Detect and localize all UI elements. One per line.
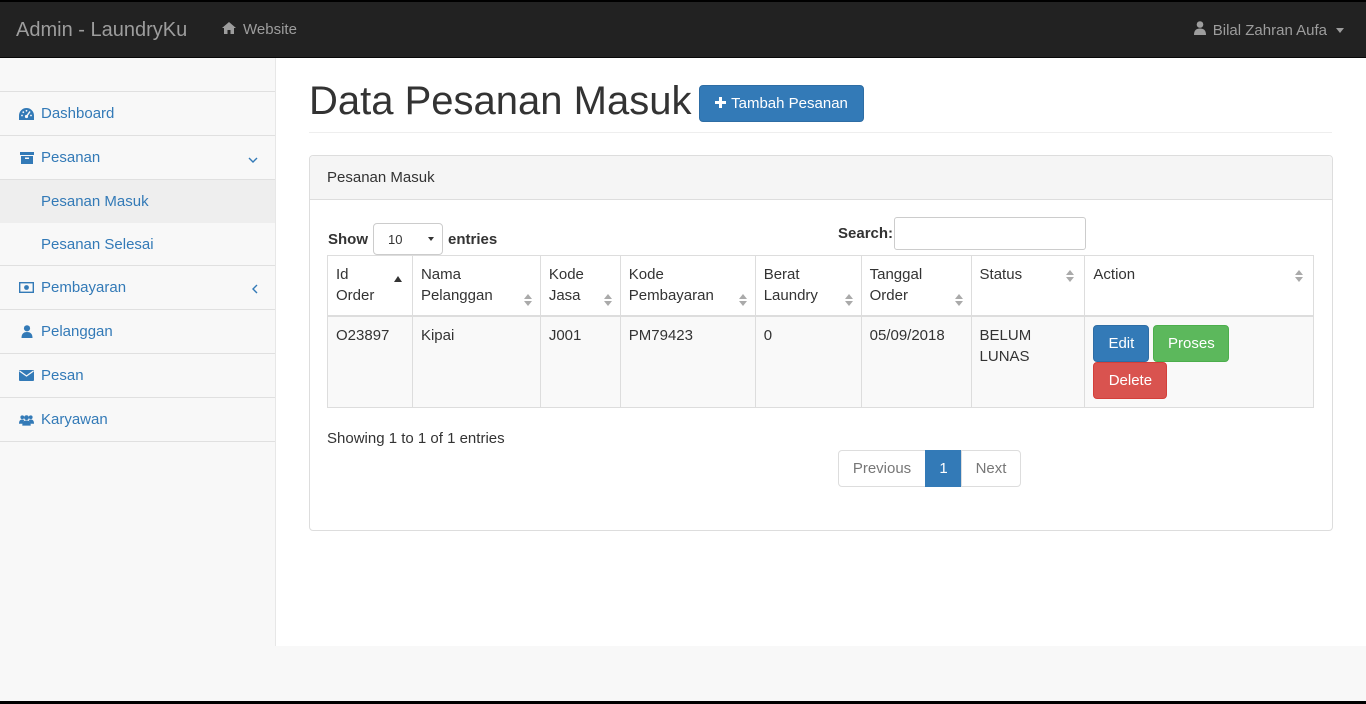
sort-asc-icon <box>393 267 402 282</box>
chevron-down-icon <box>248 151 258 168</box>
chevron-left-icon <box>251 281 258 298</box>
user-icon <box>19 324 34 339</box>
page-title: Data Pesanan Masuk <box>309 79 692 123</box>
sidebar-item-pesan[interactable]: Pesan <box>0 354 275 398</box>
pagination: Previous 1 Next <box>838 450 1021 487</box>
table-search: Search: <box>838 217 1087 250</box>
sidebar-subitem-label: Pesanan Masuk <box>41 193 149 210</box>
sidebar-menu: Dashboard Pesanan Pesanan Masuk Pesanan … <box>0 91 275 442</box>
column-header-action[interactable]: Action <box>1084 255 1314 317</box>
sidebar: Dashboard Pesanan Pesanan Masuk Pesanan … <box>0 58 276 646</box>
entries-length-select[interactable]: 10 <box>373 223 443 255</box>
user-menu-toggle[interactable]: Bilal Zahran Aufa <box>1193 21 1344 40</box>
cell-berat-laundry: 0 <box>754 315 862 408</box>
sort-icon <box>954 291 963 306</box>
sidebar-item-label: Karyawan <box>41 411 108 428</box>
cell-nama-pelanggan: Kipai <box>411 315 541 408</box>
sort-icon <box>844 291 853 306</box>
sidebar-item-pesanan-masuk[interactable]: Pesanan Masuk <box>0 180 275 223</box>
top-navbar: Admin - LaundryKu Website Bilal Zahran A… <box>0 0 1366 58</box>
orders-table: Id Order Nama Pelanggan Kode Jasa Kode P… <box>327 255 1314 408</box>
sidebar-item-label: Dashboard <box>41 105 115 122</box>
entries-length-control: Show 10 entries <box>328 223 497 255</box>
column-header-kode-pembayaran[interactable]: Kode Pembayaran <box>619 255 756 317</box>
show-label: Show <box>328 230 368 248</box>
website-link[interactable]: Website <box>222 21 297 39</box>
column-header-nama-pelanggan[interactable]: Nama Pelanggan <box>411 255 541 317</box>
dashboard-icon <box>19 106 34 121</box>
add-order-button-label: Tambah Pesanan <box>731 95 848 112</box>
cell-kode-jasa: J001 <box>539 315 621 408</box>
sidebar-item-label: Pelanggan <box>41 323 113 340</box>
column-header-id-order[interactable]: Id Order <box>327 255 413 317</box>
sidebar-item-pesanan[interactable]: Pesanan <box>0 136 275 180</box>
table-header-row: Id Order Nama Pelanggan Kode Jasa Kode P… <box>327 255 1314 317</box>
sort-icon <box>738 291 747 306</box>
page-footer-area <box>0 646 1366 704</box>
panel-heading: Pesanan Masuk <box>310 156 1332 200</box>
delete-button[interactable]: Delete <box>1093 361 1168 399</box>
website-link-label: Website <box>243 21 297 38</box>
archive-icon <box>19 150 34 165</box>
next-page-button[interactable]: Next <box>961 450 1021 487</box>
cell-id-order: O23897 <box>327 315 413 408</box>
plus-icon <box>715 95 727 112</box>
page-1-button[interactable]: 1 <box>925 450 962 487</box>
entries-length-value: 10 <box>388 231 403 247</box>
envelope-icon <box>19 368 34 383</box>
column-header-status[interactable]: Status <box>970 255 1086 317</box>
main-content: Data Pesanan Masuk Tambah Pesanan Pesana… <box>276 58 1366 646</box>
sort-icon <box>523 291 532 306</box>
column-header-berat-laundry[interactable]: Berat Laundry <box>754 255 862 317</box>
caret-down-icon <box>1336 28 1344 33</box>
sidebar-item-label: Pesan <box>41 367 84 384</box>
column-header-kode-jasa[interactable]: Kode Jasa <box>539 255 621 317</box>
cell-status: BELUM LUNAS <box>970 315 1086 408</box>
cell-action: Edit Proses Delete <box>1084 315 1314 408</box>
user-name: Bilal Zahran Aufa <box>1212 21 1327 39</box>
sidebar-item-pembayaran[interactable]: Pembayaran <box>0 266 275 310</box>
previous-page-button[interactable]: Previous <box>838 450 926 487</box>
sidebar-item-dashboard[interactable]: Dashboard <box>0 92 275 136</box>
brand-link[interactable]: Admin - LaundryKu <box>16 18 187 42</box>
sidebar-item-pesanan-selesai[interactable]: Pesanan Selesai <box>0 223 275 266</box>
home-icon <box>222 21 236 39</box>
search-input[interactable] <box>894 217 1087 250</box>
table-info: Showing 1 to 1 of 1 entries <box>327 430 505 447</box>
caret-down-icon <box>428 237 434 241</box>
sidebar-item-pelanggan[interactable]: Pelanggan <box>0 310 275 354</box>
money-icon <box>19 280 34 295</box>
sidebar-item-karyawan[interactable]: Karyawan <box>0 398 275 442</box>
sidebar-item-label: Pesanan <box>41 149 101 166</box>
add-order-button[interactable]: Tambah Pesanan <box>699 85 864 122</box>
users-icon <box>19 412 34 427</box>
sidebar-subitem-label: Pesanan Selesai <box>41 235 154 253</box>
user-icon <box>1193 21 1206 40</box>
table-row: O23897 Kipai J001 PM79423 0 05/09/2018 B… <box>327 315 1314 408</box>
entries-label: entries <box>448 230 498 248</box>
sidebar-item-label: Pembayaran <box>41 279 127 296</box>
orders-panel: Pesanan Masuk Show 10 entries Search: Id… <box>309 155 1333 531</box>
sort-icon <box>1295 267 1303 282</box>
proses-button[interactable]: Proses <box>1153 324 1230 362</box>
page-header: Data Pesanan Masuk Tambah Pesanan <box>309 58 1332 133</box>
sort-icon <box>1066 267 1075 282</box>
edit-button[interactable]: Edit <box>1093 324 1150 362</box>
cell-tanggal-order: 05/09/2018 <box>860 315 972 408</box>
search-label: Search: <box>838 225 894 242</box>
sort-icon <box>603 291 612 306</box>
cell-kode-pembayaran: PM79423 <box>619 315 756 408</box>
column-header-tanggal-order[interactable]: Tanggal Order <box>860 255 972 317</box>
